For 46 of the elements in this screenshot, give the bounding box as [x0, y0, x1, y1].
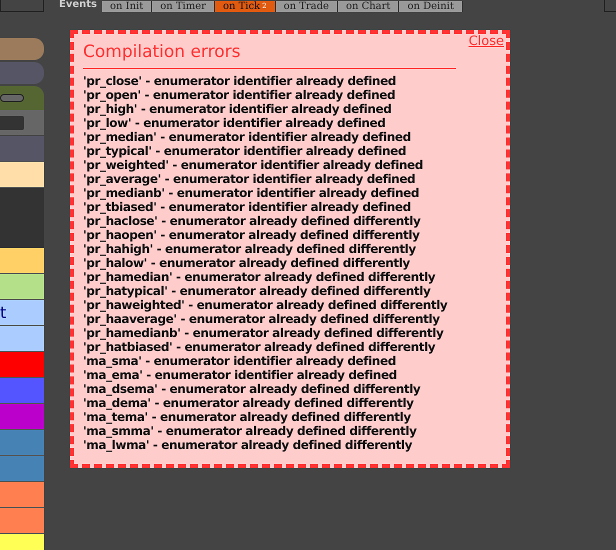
sidebar-item[interactable]	[0, 508, 44, 534]
error-message: 'ma_sma' - enumerator identifier already defined	[83, 354, 397, 368]
error-message: 'ma_ema' - enumerator identifier already defined	[83, 368, 398, 382]
error-message: 'ma_dema' - enumerator already defined differently	[83, 396, 415, 410]
error-message: 'ma_lwma' - enumerator already defined differently	[83, 438, 414, 452]
error-message: 'pr_haweighted' - enumerator already defined differently	[83, 298, 448, 312]
error-message: 'pr_typical' - enumerator identifier already defined	[83, 144, 408, 158]
error-message: 'pr_hamedian' - enumerator already defined differently	[83, 270, 436, 284]
toggle-button[interactable]	[0, 94, 24, 102]
error-message: 'pr_hatbiased' - enumerator already defined differently	[83, 340, 436, 354]
error-message: 'pr_haaverage' - enumerator already defined differently	[83, 312, 441, 326]
input-field[interactable]	[0, 116, 24, 130]
error-message: 'pr_hahigh' - enumerator already defined differently	[83, 242, 417, 256]
event-tab[interactable]: on Deinit	[399, 1, 463, 12]
error-message: 'pr_tbiased' - enumerator identifier already defined	[83, 200, 412, 214]
error-message: 'pr_halow' - enumerator already defined differently	[83, 256, 411, 270]
sidebar-item[interactable]	[0, 162, 44, 188]
error-message: 'pr_hamedianb' - enumerator already defined differently	[83, 326, 444, 340]
sidebar-item[interactable]	[0, 274, 44, 300]
event-tab[interactable]: on Init	[102, 1, 152, 12]
error-message: 'pr_high' - enumerator identifier already defined	[83, 102, 392, 116]
sidebar-item[interactable]	[0, 38, 44, 60]
event-tab[interactable]: on Chart	[338, 1, 400, 12]
error-message: 'ma_dsema' - enumerator already defined differently	[83, 382, 422, 396]
error-message: 'pr_low' - enumerator identifier already defined	[83, 116, 386, 130]
error-message: 'pr_medianb' - enumerator identifier already defined	[83, 186, 420, 200]
error-message: 'pr_haopen' - enumerator already defined differently	[83, 228, 421, 242]
error-message: 'pr_hatypical' - enumerator already defined differently	[83, 284, 432, 298]
error-message: 'pr_average' - enumerator identifier already defined	[83, 172, 416, 186]
error-message: 'pr_close' - enumerator identifier already defined	[83, 74, 397, 88]
error-message: 'pr_median' - enumerator identifier already defined	[83, 130, 412, 144]
error-message: 'pr_weighted' - enumerator identifier already defined	[83, 158, 424, 172]
dialog-title: Compilation errors	[83, 39, 456, 69]
error-message: 'ma_tema' - enumerator already defined differently	[83, 410, 412, 424]
error-message: 'pr_haclose' - enumerator already defined differently	[83, 214, 422, 228]
events-label: Events	[59, 0, 97, 10]
sidebar-item[interactable]	[0, 482, 44, 508]
sidebar-item-label: t	[0, 304, 6, 320]
event-tab[interactable]: on Timer	[152, 1, 215, 12]
event-tab[interactable]: on Trade	[276, 1, 338, 12]
error-message: 'pr_open' - enumerator identifier already defined	[83, 88, 396, 102]
sidebar-item[interactable]	[0, 248, 44, 274]
error-message: 'ma_smma' - enumerator already defined differently	[83, 424, 418, 438]
panel	[604, 0, 616, 12]
sidebar-item[interactable]	[0, 326, 44, 352]
sidebar-item[interactable]: t	[0, 300, 44, 326]
